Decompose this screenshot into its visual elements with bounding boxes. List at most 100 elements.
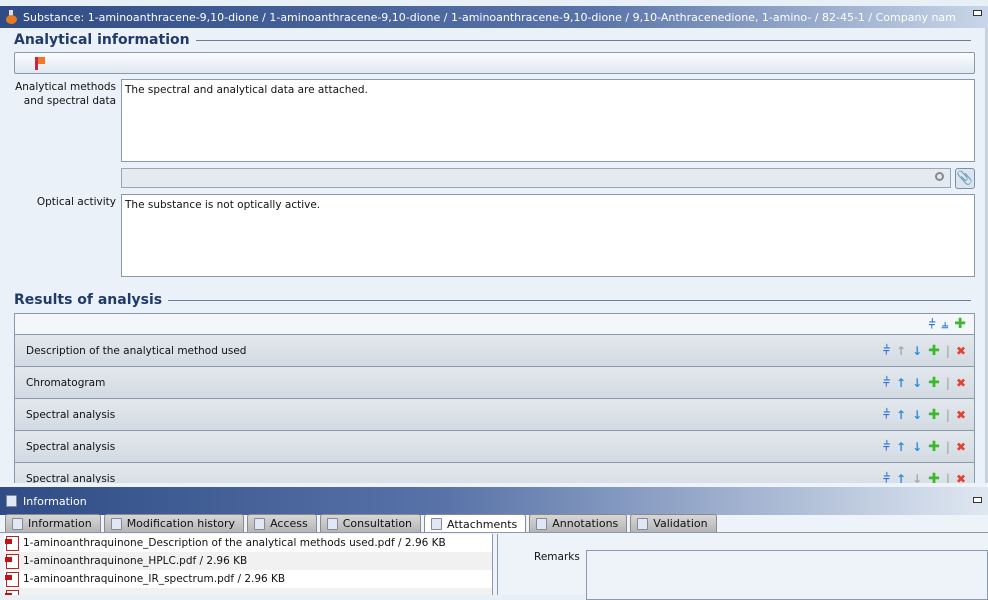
attachment-item[interactable]: 1-aminoanthraquinone_Description of the … bbox=[4, 534, 492, 552]
result-row[interactable]: Chromatogram ⫩ ↑ ↓ ✚ | ✖ bbox=[15, 367, 974, 399]
attachments-list: 1-aminoanthraquinone_Description of the … bbox=[4, 534, 493, 595]
panel-title: Information bbox=[23, 494, 87, 508]
result-row[interactable]: Description of the analytical method use… bbox=[15, 335, 974, 367]
expand-icon[interactable]: ⫩ bbox=[883, 343, 890, 358]
tab-access[interactable]: Access bbox=[247, 514, 317, 532]
analytical-section-header: Analytical information bbox=[14, 32, 971, 48]
remarks-textarea[interactable] bbox=[586, 550, 988, 600]
attachment-name: 1-aminoanthraquinone_Description of the … bbox=[23, 537, 446, 549]
add-icon[interactable]: ✚ bbox=[928, 343, 940, 359]
methods-label: Analytical methods and spectral data bbox=[15, 81, 116, 107]
tab-icon bbox=[12, 517, 23, 530]
substance-titlebar: Substance: 1-aminoanthracene-9,10-dione … bbox=[0, 6, 988, 28]
tab-annotations[interactable]: Annotations bbox=[529, 514, 628, 532]
tab-modification-history[interactable]: Modification history bbox=[103, 514, 245, 532]
move-up-icon[interactable]: ↑ bbox=[896, 408, 906, 422]
separator: | bbox=[945, 375, 950, 390]
pdf-icon bbox=[5, 571, 19, 587]
tab-label: Consultation bbox=[342, 517, 413, 530]
tab-icon bbox=[431, 518, 443, 530]
collapse-all-icon[interactable]: ⫨ bbox=[941, 317, 948, 332]
tab-label: Modification history bbox=[126, 517, 236, 530]
section-title: Analytical information bbox=[14, 32, 190, 48]
add-icon[interactable]: ✚ bbox=[928, 471, 940, 484]
info-icon bbox=[6, 495, 17, 507]
separator: | bbox=[945, 471, 950, 484]
minimize-button[interactable] bbox=[973, 497, 982, 503]
tab-consultation[interactable]: Consultation bbox=[319, 514, 422, 532]
row-label: Spectral analysis bbox=[26, 472, 116, 484]
result-row[interactable]: Spectral analysis ⫩ ↑ ↓ ✚ | ✖ bbox=[15, 431, 974, 463]
attachment-name: 1-aminoanthraquinone_IR_spectrum.pdf / 2… bbox=[23, 573, 286, 585]
tab-label: Access bbox=[270, 517, 308, 530]
expand-icon[interactable]: ⫩ bbox=[883, 439, 890, 454]
remarks-label: Remarks bbox=[534, 551, 580, 563]
tab-icon bbox=[637, 517, 649, 530]
flag-toolbar bbox=[14, 52, 975, 74]
move-down-icon[interactable]: ↓ bbox=[912, 376, 922, 390]
expand-icon[interactable]: ⫩ bbox=[883, 407, 890, 422]
attachment-item[interactable]: 1-aminoanthraquinone_HPLC.pdf / 2.96 KB bbox=[4, 552, 492, 570]
delete-icon[interactable]: ✖ bbox=[956, 376, 966, 390]
search-icon[interactable] bbox=[935, 172, 944, 181]
substance-panel: Analytical information Analytical method… bbox=[0, 28, 988, 483]
add-icon[interactable]: ✚ bbox=[954, 316, 966, 332]
pdf-icon bbox=[5, 553, 19, 569]
tab-attachments[interactable]: Attachments bbox=[424, 514, 527, 533]
attachment-item[interactable]: 1-aminoanthraquinone_IR_spectrum.pdf / 2… bbox=[4, 570, 492, 588]
move-up-icon[interactable]: ↑ bbox=[896, 440, 906, 454]
move-up-icon[interactable]: ↑ bbox=[896, 344, 906, 358]
add-icon[interactable]: ✚ bbox=[928, 375, 940, 391]
flask-icon bbox=[6, 10, 17, 24]
row-label: Spectral analysis bbox=[26, 408, 116, 421]
information-panel: Information Information Modification hist… bbox=[0, 483, 988, 600]
optical-textarea[interactable]: The substance is not optically active. bbox=[121, 194, 975, 277]
section-title: Results of analysis bbox=[14, 292, 163, 308]
information-titlebar: Information bbox=[0, 487, 988, 515]
methods-textarea[interactable]: The spectral and analytical data are att… bbox=[121, 79, 975, 162]
result-row[interactable]: Spectral analysis ⫩ ↑ ↓ ✚ | ✖ bbox=[15, 399, 974, 431]
move-down-icon[interactable]: ↓ bbox=[912, 440, 922, 454]
tab-icon bbox=[254, 517, 266, 530]
minimize-button[interactable] bbox=[973, 10, 982, 16]
tab-information[interactable]: Information bbox=[5, 514, 101, 532]
delete-icon[interactable]: ✖ bbox=[956, 472, 966, 484]
paperclip-icon: 📎 bbox=[956, 171, 974, 186]
expand-icon[interactable]: ⫩ bbox=[883, 375, 890, 390]
separator: | bbox=[945, 343, 950, 358]
row-label: Description of the analytical method use… bbox=[26, 344, 247, 357]
pdf-icon bbox=[5, 589, 19, 595]
add-icon[interactable]: ✚ bbox=[928, 407, 940, 423]
move-up-icon[interactable]: ↑ bbox=[896, 472, 906, 484]
row-label: Chromatogram bbox=[26, 376, 106, 389]
tab-icon bbox=[326, 517, 338, 530]
tab-label: Attachments bbox=[447, 517, 518, 531]
move-up-icon[interactable]: ↑ bbox=[896, 376, 906, 390]
attachment-name: 1-aminoanthraquinone_HPLC.pdf / 2.96 KB bbox=[23, 555, 248, 567]
delete-icon[interactable]: ✖ bbox=[956, 408, 966, 422]
flag-icon[interactable] bbox=[35, 57, 45, 70]
results-toolbar: ⫩ ⫨ ✚ bbox=[15, 314, 974, 335]
expand-all-icon[interactable]: ⫩ bbox=[929, 317, 936, 332]
separator: | bbox=[945, 439, 950, 454]
result-row[interactable]: Spectral analysis ⫩ ↑ ↓ ✚ | ✖ bbox=[15, 463, 974, 483]
pdf-icon bbox=[5, 535, 19, 551]
expand-icon[interactable]: ⫩ bbox=[883, 471, 890, 483]
move-down-icon[interactable]: ↓ bbox=[912, 344, 922, 358]
tab-validation[interactable]: Validation bbox=[630, 514, 717, 532]
move-down-icon[interactable]: ↓ bbox=[912, 408, 922, 422]
tab-label: Validation bbox=[653, 517, 708, 530]
tab-icon bbox=[110, 517, 122, 530]
tab-label: Information bbox=[28, 517, 92, 530]
attach-button[interactable]: 📎 bbox=[955, 168, 975, 189]
tab-icon bbox=[536, 517, 548, 530]
add-icon[interactable]: ✚ bbox=[928, 439, 940, 455]
move-down-icon[interactable]: ↓ bbox=[912, 472, 922, 484]
delete-icon[interactable]: ✖ bbox=[956, 344, 966, 358]
separator: | bbox=[945, 407, 950, 422]
delete-icon[interactable]: ✖ bbox=[956, 440, 966, 454]
attachment-item[interactable] bbox=[4, 588, 492, 595]
tab-label: Annotations bbox=[552, 517, 619, 530]
window-title: Substance: 1-aminoanthracene-9,10-dione … bbox=[23, 10, 956, 24]
attachment-field[interactable] bbox=[121, 168, 951, 188]
